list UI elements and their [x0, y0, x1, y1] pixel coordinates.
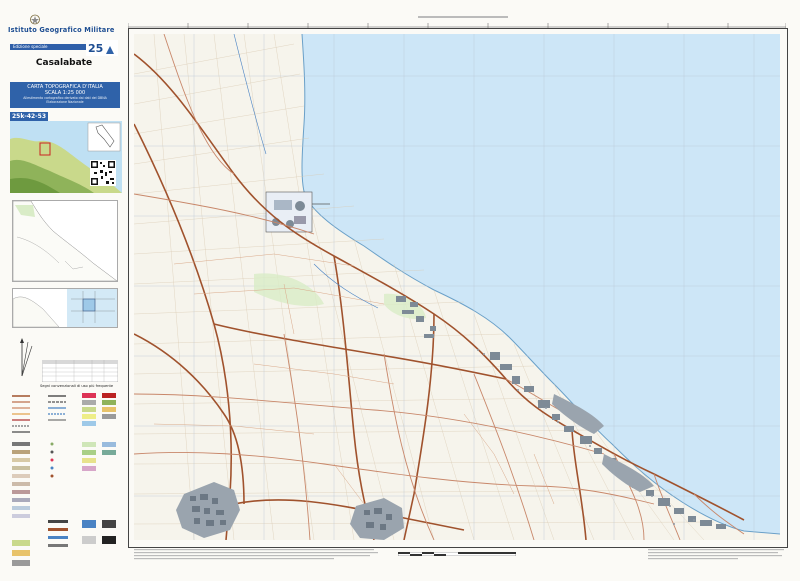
sheet-code: 25k-42-53 [10, 112, 48, 121]
map-info-box: CARTA TOPOGRAFICA D'ITALIA SCALA 1:25 00… [10, 82, 120, 108]
overview-inset-map [12, 200, 118, 282]
reference-table [42, 360, 118, 382]
top-grid-ticks [128, 16, 786, 28]
footer-notes-left [134, 549, 378, 560]
svg-text:25: 25 [88, 42, 103, 55]
qr-code-icon [90, 160, 116, 186]
sheet-index-inset [12, 288, 118, 328]
25k-series-logo-icon: 25 [86, 40, 118, 56]
edition-label: Edizione speciale [10, 44, 89, 50]
italian-emblem-icon [30, 14, 40, 25]
footer-notes-right [648, 549, 784, 560]
legend-heading: Segni convenzionali di uso più frequente [40, 384, 114, 388]
map-sheet: Istituto Geografico Militare Edizione sp… [0, 0, 800, 581]
institute-title: Istituto Geografico Militare [8, 26, 115, 34]
scale-bar [398, 552, 516, 556]
topographic-map[interactable] [134, 34, 780, 540]
info-subtitle: Elaborazione Nazionale [46, 100, 84, 104]
legend-symbols [12, 393, 116, 566]
sheet-name: Casalabate [35, 58, 93, 68]
north-arrow-icon [20, 338, 33, 377]
